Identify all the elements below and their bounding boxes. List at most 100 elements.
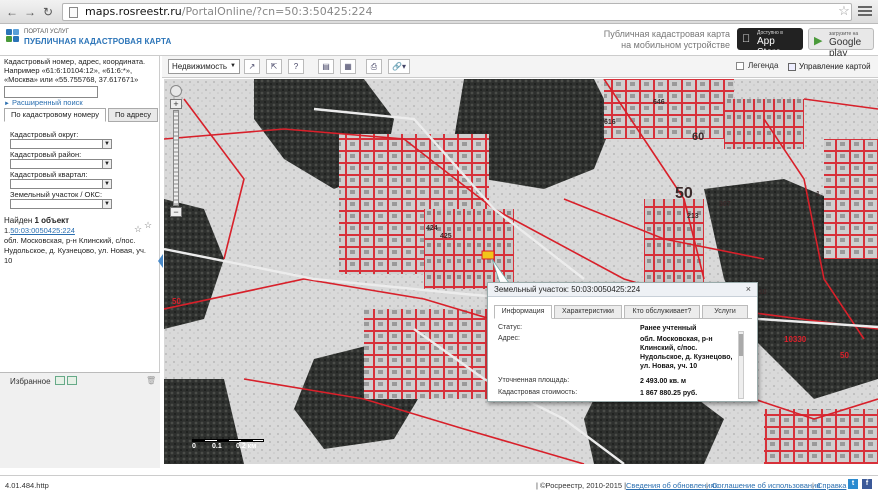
status-label: Статус:	[498, 324, 523, 331]
legend-label: Легенда	[748, 61, 779, 70]
mobile-promo-text: Публичная кадастровая карта на мобильном…	[603, 29, 730, 50]
collapse-panel-icon[interactable]	[158, 254, 163, 268]
googleplay-button[interactable]: ▶ загрузите на Google play	[808, 28, 874, 59]
tab-by-number[interactable]: По кадастровому номеру	[4, 108, 106, 122]
scale-label-2: 0.2 км	[236, 443, 257, 450]
tab-characteristics[interactable]: Характеристики	[554, 305, 622, 319]
tab-by-address[interactable]: По адресу	[108, 108, 158, 122]
map-label: 10330	[784, 335, 807, 344]
version-text: 4.01.484.http	[5, 481, 49, 490]
area-label: Уточненная площадь:	[498, 377, 570, 384]
favorites-panel: Избранное 🗑	[0, 372, 160, 468]
chart-tool-icon[interactable]: ▤	[318, 59, 334, 74]
scale-label-1: 0.1	[212, 443, 222, 450]
favorites-add-icon[interactable]	[55, 376, 65, 385]
advanced-search-link[interactable]: ► Расширенный поиск	[4, 98, 83, 107]
okrug-select[interactable]: ▼	[10, 139, 112, 149]
updates-link[interactable]: Сведения об обновлениях	[626, 481, 718, 490]
twitter-icon[interactable]: t	[848, 479, 858, 489]
url-host: maps.rosreestr.ru	[85, 5, 182, 18]
address-value: обл. Московская, р-н Клинский, с/пос. Ну…	[640, 336, 733, 370]
map-label: 50	[840, 351, 849, 360]
copyright-text: | ©Росреестр, 2010-2015 |	[536, 481, 627, 490]
scrollbar-thumb[interactable]	[739, 334, 743, 356]
chevron-down-icon: ▼	[102, 140, 111, 148]
favorites-title: Избранное	[10, 377, 51, 386]
help-link[interactable]: Справка	[817, 481, 846, 490]
browser-bar: ← → ↻ maps.rosreestr.ru/PortalOnline/?cn…	[0, 0, 878, 24]
appstore-button[interactable]:  Доступно в App Store	[737, 28, 803, 58]
tab-info[interactable]: Информация	[494, 305, 552, 319]
reload-icon[interactable]: ↻	[40, 4, 56, 20]
map-toolbar: Недвижимость ▼ ↗ ⇱ ? ▤ ▦ ⎙ 🔗▾ Легенда Упр…	[162, 56, 878, 86]
rayon-label: Кадастровый район:	[10, 150, 82, 159]
page-icon	[69, 7, 78, 18]
agreement-link[interactable]: Соглашение об использовании	[712, 481, 820, 490]
address-bar[interactable]: maps.rosreestr.ru/PortalOnline/?cn=50:3:…	[62, 3, 852, 21]
measure-tool-icon[interactable]: ↗	[244, 59, 260, 74]
footer-separator: |	[706, 481, 708, 490]
tab-who-serves[interactable]: Кто обслуживает?	[624, 305, 700, 319]
cost-label: Кадастровая стоимость:	[498, 389, 578, 396]
link-icon[interactable]: 🔗▾	[388, 59, 410, 74]
close-icon[interactable]: ×	[746, 284, 751, 294]
popup-scrollbar[interactable]	[738, 331, 744, 399]
zoom-in-button[interactable]: +	[170, 99, 182, 109]
okrug-label: Кадастровый округ:	[10, 130, 79, 139]
legend-checkbox[interactable]	[736, 62, 744, 70]
layers-tool-icon[interactable]: ▦	[340, 59, 356, 74]
trash-icon[interactable]: 🗑	[146, 376, 156, 385]
star-icon[interactable]: ☆	[144, 220, 152, 231]
area-value: 2 493.00 кв. м	[640, 378, 687, 385]
logo-subtitle: ПОРТАЛ УСЛУГ	[24, 29, 69, 35]
select-tool-icon[interactable]: ⇱	[266, 59, 282, 74]
manage-map-button[interactable]: Управление картой ▾	[788, 59, 874, 86]
popup-title: Земельный участок: 50:03:0050425:224	[488, 283, 757, 297]
search-input[interactable]	[4, 86, 98, 98]
site-header: ПОРТАЛ УСЛУГ ПУБЛИЧНАЯ КАДАСТРОВАЯ КАРТА…	[0, 24, 878, 59]
zoom-out-button[interactable]: −	[170, 207, 182, 217]
result-item[interactable]: 1.50:03:0050425:224 обл. Московская, р-н…	[4, 226, 154, 266]
result-address: обл. Московская, р-н Клинский, с/пос. Ну…	[4, 236, 147, 265]
facebook-icon[interactable]: f	[862, 479, 872, 489]
chevron-down-icon: ▼	[102, 200, 111, 208]
chevron-down-icon: ▼	[102, 180, 111, 188]
map-settings-icon	[788, 62, 796, 71]
url-path: /PortalOnline/?cn=50:3:50425:224	[181, 5, 373, 18]
map-label: 425	[440, 233, 452, 240]
scale-label-0: 0	[192, 443, 196, 450]
kvartal-label: Кадастровый квартал:	[10, 170, 88, 179]
map-label: 646	[653, 99, 665, 106]
bookmark-icon[interactable]: ☆	[134, 224, 142, 235]
chevron-down-icon: ▼	[230, 63, 236, 69]
zoom-slider[interactable]	[173, 110, 179, 206]
arrow-right-icon[interactable]: →	[22, 4, 38, 20]
zoom-control: + −	[170, 85, 182, 217]
arrow-left-icon[interactable]: ←	[4, 4, 20, 20]
tab-services[interactable]: Услуги	[702, 305, 748, 319]
map-canvas[interactable]: 646 616 60 50 213 307 410 1 50 10330 50 …	[164, 79, 878, 464]
status-value: Ранее учтенный	[640, 325, 697, 332]
logo-title[interactable]: ПУБЛИЧНАЯ КАДАСТРОВАЯ КАРТА	[24, 37, 172, 46]
kvartal-select[interactable]: ▼	[10, 179, 112, 189]
rayon-select[interactable]: ▼	[10, 159, 112, 169]
uchastok-select[interactable]: ▼	[10, 199, 112, 209]
favorites-export-icon[interactable]	[67, 376, 77, 385]
parcel-info-popup: Земельный участок: 50:03:0050425:224 × И…	[487, 282, 758, 402]
map-label: 50	[172, 297, 181, 306]
apple-icon: 	[742, 33, 750, 45]
map-label: 50	[675, 185, 693, 202]
identify-tool-icon[interactable]: ?	[288, 59, 304, 74]
chevron-down-icon: ▼	[102, 160, 111, 168]
cost-value: 1 867 880.25 руб.	[640, 390, 698, 397]
menu-icon[interactable]	[858, 4, 872, 20]
result-number-link[interactable]: 50:03:0050425:224	[10, 226, 75, 235]
satellite-imagery	[164, 79, 878, 464]
map-label: 60	[692, 131, 705, 143]
star-icon[interactable]: ☆	[836, 3, 852, 19]
print-icon[interactable]: ⎙	[366, 59, 382, 74]
layer-select[interactable]: Недвижимость ▼	[168, 59, 240, 74]
map-label: 307	[719, 201, 731, 208]
found-count: Найден 1 объект	[4, 216, 70, 225]
pan-icon[interactable]	[170, 85, 182, 97]
